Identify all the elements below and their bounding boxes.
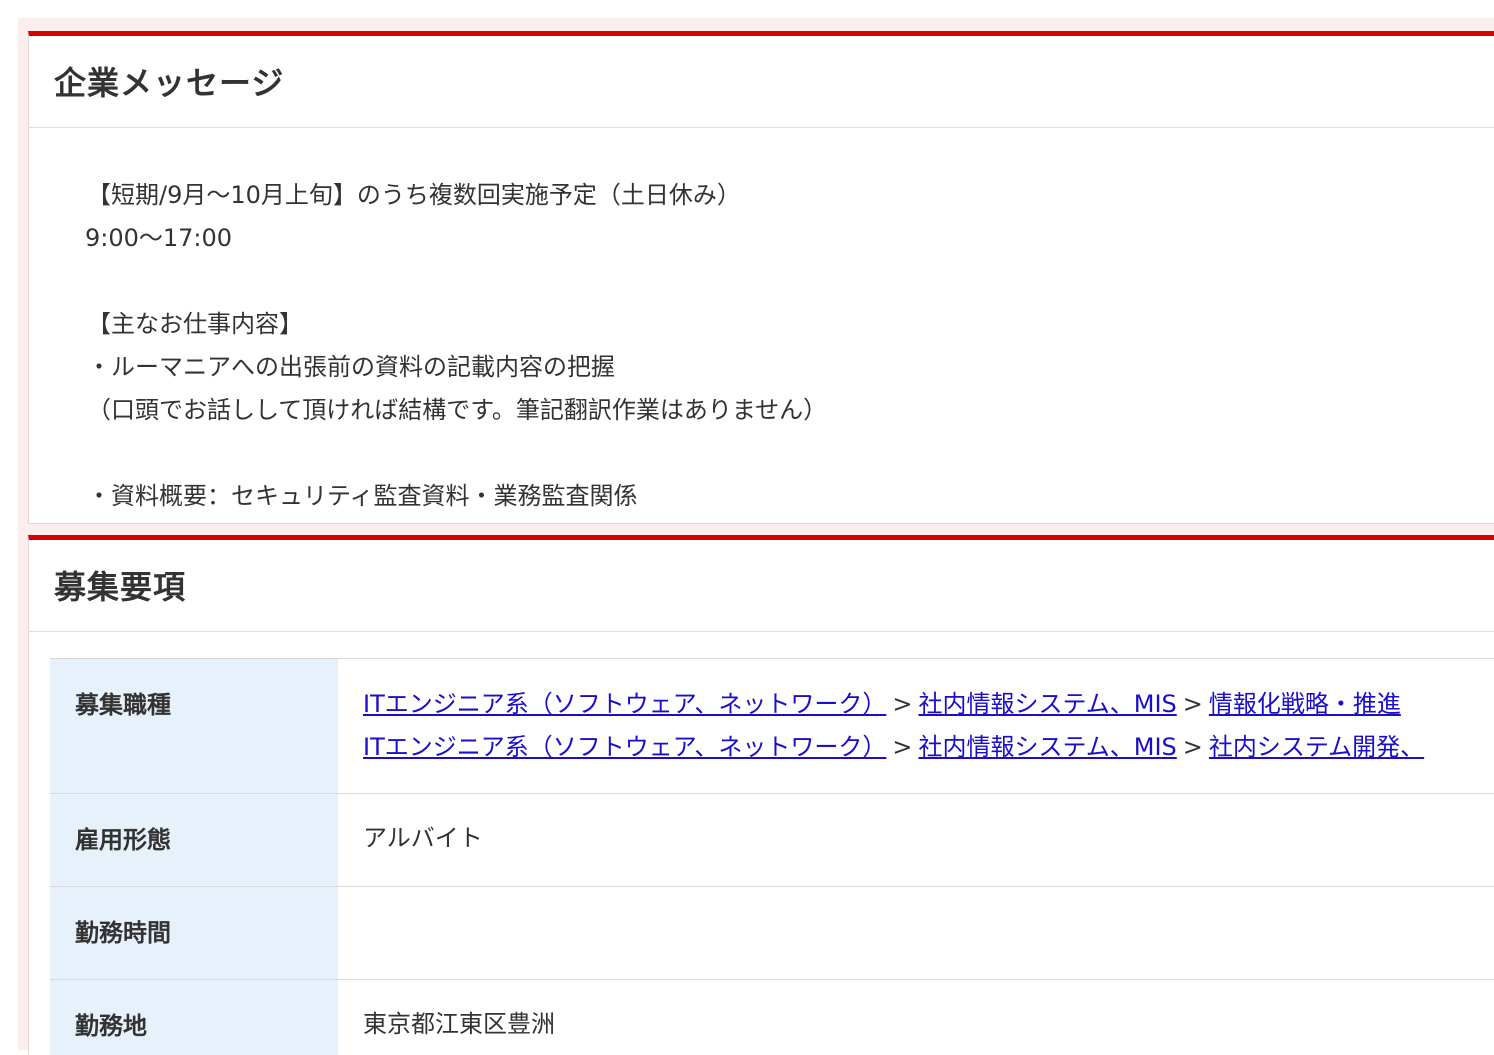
message-line: 【主なお仕事内容】 xyxy=(87,303,1494,346)
message-line: 【短期/9月〜10月上旬】のうち複数回実施予定（土日休み） xyxy=(87,174,1494,217)
path-separator: > xyxy=(1177,690,1209,718)
path-separator: > xyxy=(886,690,918,718)
table-row-employment-type: 雇用形態 アルバイト xyxy=(50,794,1494,887)
job-role-link[interactable]: 情報化戦略・推進 xyxy=(1209,690,1401,718)
message-line: 9:00〜17:00 xyxy=(85,217,1494,260)
job-requirements-table: 募集職種 ITエンジニア系（ソフトウェア、ネットワーク）>社内情報システム、MI… xyxy=(50,658,1494,1055)
job-path: ITエンジニア系（ソフトウェア、ネットワーク）>社内情報システム、MIS>情報化… xyxy=(363,683,1494,726)
job-category-link[interactable]: ITエンジニア系（ソフトウェア、ネットワーク） xyxy=(363,733,886,761)
job-requirements-title: 募集要項 xyxy=(29,540,1494,632)
message-line xyxy=(87,260,1494,303)
table-row-job-type: 募集職種 ITエンジニア系（ソフトウェア、ネットワーク）>社内情報システム、MI… xyxy=(50,659,1494,794)
message-line: （口頭でお話しして頂ければ結構です。筆記翻訳作業はありません） xyxy=(87,389,1494,432)
employment-type-label: 雇用形態 xyxy=(50,794,338,887)
job-role-link[interactable]: 社内システム開発、 xyxy=(1209,733,1424,761)
company-message-body: 【短期/9月〜10月上旬】のうち複数回実施予定（土日休み） 9:00〜17:00… xyxy=(29,128,1494,518)
job-subcategory-link[interactable]: 社内情報システム、MIS xyxy=(918,690,1176,718)
company-message-title: 企業メッセージ xyxy=(29,36,1494,128)
job-path: ITエンジニア系（ソフトウェア、ネットワーク）>社内情報システム、MIS>社内シ… xyxy=(363,726,1494,769)
path-separator: > xyxy=(886,733,918,761)
message-line: ・資料概要：セキュリティ監査資料・業務監査関係 xyxy=(87,475,1494,518)
message-line xyxy=(87,432,1494,475)
employment-type-value: アルバイト xyxy=(338,794,1494,887)
job-requirements-section: 募集要項 募集職種 ITエンジニア系（ソフトウェア、ネットワーク）>社内情報シス… xyxy=(28,535,1494,1055)
job-type-label: 募集職種 xyxy=(50,659,338,794)
location-label: 勤務地 xyxy=(50,980,338,1055)
job-category-link[interactable]: ITエンジニア系（ソフトウェア、ネットワーク） xyxy=(363,690,886,718)
working-hours-label: 勤務時間 xyxy=(50,887,338,980)
company-message-section: 企業メッセージ 【短期/9月〜10月上旬】のうち複数回実施予定（土日休み） 9:… xyxy=(28,31,1494,524)
job-type-value: ITエンジニア系（ソフトウェア、ネットワーク）>社内情報システム、MIS>情報化… xyxy=(338,659,1494,794)
content-frame: 企業メッセージ 【短期/9月〜10月上旬】のうち複数回実施予定（土日休み） 9:… xyxy=(18,18,1494,1050)
path-separator: > xyxy=(1177,733,1209,761)
job-subcategory-link[interactable]: 社内情報システム、MIS xyxy=(918,733,1176,761)
table-row-location: 勤務地 東京都江東区豊洲 xyxy=(50,980,1494,1055)
location-value: 東京都江東区豊洲 xyxy=(338,980,1494,1055)
message-line: ・ルーマニアへの出張前の資料の記載内容の把握 xyxy=(87,346,1494,389)
table-row-working-hours: 勤務時間 xyxy=(50,887,1494,980)
working-hours-value xyxy=(338,887,1494,980)
